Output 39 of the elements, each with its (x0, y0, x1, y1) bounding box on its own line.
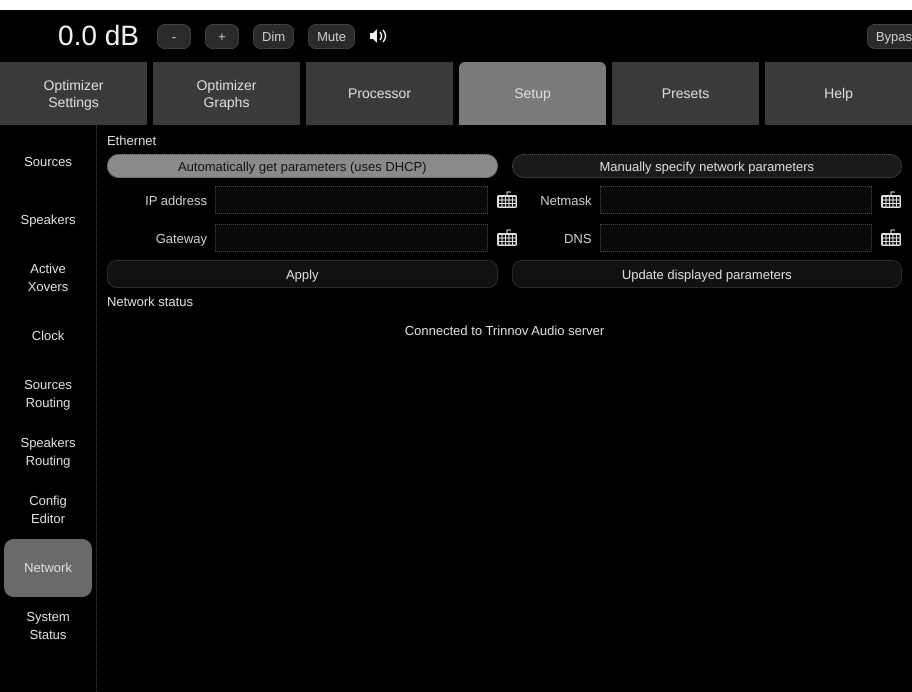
bypass-button[interactable]: Bypas (866, 24, 912, 48)
field-label: IP address (144, 192, 207, 208)
field-label: DNS (563, 230, 592, 246)
sidebar-item[interactable]: Active Xovers (4, 249, 92, 307)
sidebar-item[interactable]: Sources Routing (4, 365, 92, 423)
tab[interactable]: Help (765, 62, 912, 125)
top-button[interactable]: + (204, 24, 239, 48)
sidebar-item[interactable]: Sources (4, 133, 92, 191)
action-button[interactable]: Apply (107, 260, 498, 288)
input-field[interactable] (600, 224, 872, 252)
tab[interactable]: Presets (612, 62, 759, 125)
mode-option[interactable]: Automatically get parameters (uses DHCP) (107, 154, 498, 178)
sidebar-item[interactable]: Speakers (4, 191, 92, 249)
keyboard-icon[interactable] (880, 191, 902, 209)
top-button[interactable]: Dim (252, 24, 294, 48)
keyboard-icon[interactable] (880, 229, 902, 247)
status-message: Connected to Trinnov Audio server (404, 323, 604, 338)
mode-option[interactable]: Manually specify network parameters (512, 154, 902, 178)
sidebar-item[interactable]: Config Editor (4, 481, 92, 539)
input-field[interactable] (215, 186, 488, 214)
field-label: Netmask (539, 192, 592, 208)
volume-readout: 0.0 dB (58, 20, 139, 52)
sidebar-item[interactable]: Speakers Routing (4, 423, 92, 481)
section-title: Ethernet (107, 133, 158, 148)
action-button[interactable]: Update displayed parameters (512, 260, 902, 288)
keyboard-icon[interactable] (496, 229, 518, 247)
sidebar-item[interactable]: System Status (4, 597, 92, 655)
sidebar-item[interactable]: Clock (4, 307, 92, 365)
tab[interactable]: Optimizer Graphs (153, 62, 300, 125)
keyboard-icon[interactable] (496, 191, 518, 209)
section-title: Network status (107, 294, 194, 309)
tab[interactable]: Processor (306, 62, 453, 125)
top-button[interactable]: Mute (308, 24, 355, 48)
input-field[interactable] (600, 186, 872, 214)
field-label: Gateway (154, 230, 207, 246)
top-button[interactable]: - (156, 24, 191, 48)
tab[interactable]: Optimizer Settings (0, 62, 147, 125)
input-field[interactable] (215, 224, 488, 252)
sidebar-item[interactable]: Network (4, 539, 92, 597)
